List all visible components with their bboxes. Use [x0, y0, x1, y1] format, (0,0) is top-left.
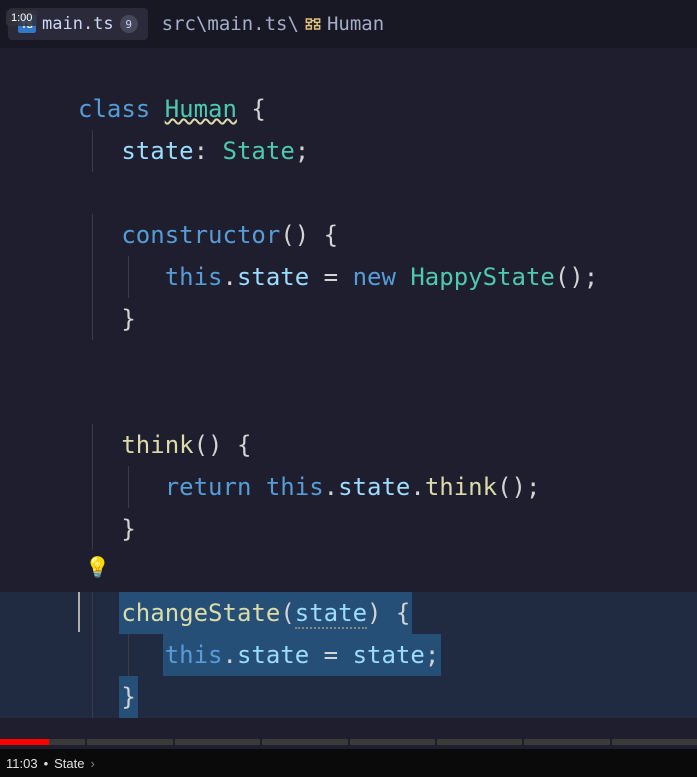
code-token: Human [165, 95, 237, 123]
progress-segment [348, 739, 435, 745]
code-line[interactable]: } [0, 676, 697, 718]
code-line[interactable]: class Human { [0, 88, 697, 130]
code-token: State [223, 137, 295, 165]
code-token: () { [280, 221, 338, 249]
code-token: = [309, 641, 352, 669]
code-line[interactable]: } [0, 298, 697, 340]
breadcrumb[interactable]: src\main.ts\ Human [162, 13, 384, 35]
code-token: HappyState [410, 263, 555, 291]
status-time: 11:03 [6, 756, 38, 771]
code-token: = [309, 263, 352, 291]
tab-problems-badge: 9 [120, 15, 138, 33]
code-token: state [353, 641, 425, 669]
code-token: } [121, 515, 135, 543]
tab-bar: TS main.ts 9 src\main.ts\ Human [0, 0, 697, 48]
progress-segment [260, 739, 347, 745]
code-line[interactable]: } [0, 508, 697, 550]
code-token: think [425, 473, 497, 501]
code-token: } [121, 305, 135, 333]
code-token: ) { [367, 599, 410, 627]
progress-segment [610, 739, 697, 745]
code-line[interactable]: this.state = new HappyState(); [0, 256, 697, 298]
code-line[interactable]: constructor() { [0, 214, 697, 256]
code-line[interactable] [0, 382, 697, 424]
class-icon [303, 14, 323, 34]
code-token: state [237, 641, 309, 669]
video-status-bar: 11:03 • State › [0, 749, 697, 777]
code-line[interactable]: 💡 [0, 550, 697, 592]
code-line[interactable]: this.state = state; [0, 634, 697, 676]
breadcrumb-path: src\main.ts\ [162, 13, 299, 35]
progress-segment [85, 739, 172, 745]
progress-segment [173, 739, 260, 745]
tab-filename: main.ts [42, 14, 114, 34]
breadcrumb-symbol: Human [327, 13, 384, 35]
code-token: state [338, 473, 410, 501]
code-line[interactable]: return this.state.think(); [0, 466, 697, 508]
text-cursor [78, 592, 80, 632]
code-token: state [237, 263, 309, 291]
code-token: ( [280, 599, 294, 627]
progress-segment [435, 739, 522, 745]
code-token: () { [194, 431, 252, 459]
progress-segment [0, 739, 85, 745]
code-token: this [165, 641, 223, 669]
status-title: State [54, 756, 84, 771]
video-progress-bar[interactable] [0, 739, 697, 745]
code-token: constructor [121, 221, 280, 249]
code-token: changeState [121, 599, 280, 627]
code-token: ; [425, 641, 439, 669]
progress-segments [0, 739, 697, 745]
code-token: new [353, 263, 411, 291]
code-token: this [266, 473, 324, 501]
timestamp-overlay: 1:00 [6, 10, 37, 26]
code-token: } [121, 683, 135, 711]
code-token: think [121, 431, 193, 459]
code-token: . [223, 641, 237, 669]
code-token: . [410, 473, 424, 501]
code-token: : [194, 137, 223, 165]
code-line[interactable]: changeState(state) { [0, 592, 697, 634]
code-editor[interactable]: class Human { state: State; constructor(… [0, 48, 697, 738]
code-token: state [295, 599, 367, 629]
code-line[interactable]: state: State; [0, 130, 697, 172]
chevron-right-icon: › [91, 756, 95, 771]
lightbulb-icon[interactable]: 💡 [85, 550, 110, 585]
progress-segment [522, 739, 609, 745]
code-token: return [165, 473, 266, 501]
code-line[interactable]: think() { [0, 424, 697, 466]
code-line[interactable] [0, 340, 697, 382]
code-token: class [78, 95, 165, 123]
code-token: ; [295, 137, 309, 165]
code-token: { [237, 95, 266, 123]
code-token: . [223, 263, 237, 291]
code-token: state [121, 137, 193, 165]
code-token: (); [555, 263, 598, 291]
code-token: . [324, 473, 338, 501]
code-token: this [165, 263, 223, 291]
code-line[interactable] [0, 172, 697, 214]
code-token: (); [497, 473, 540, 501]
status-separator: • [44, 756, 49, 771]
